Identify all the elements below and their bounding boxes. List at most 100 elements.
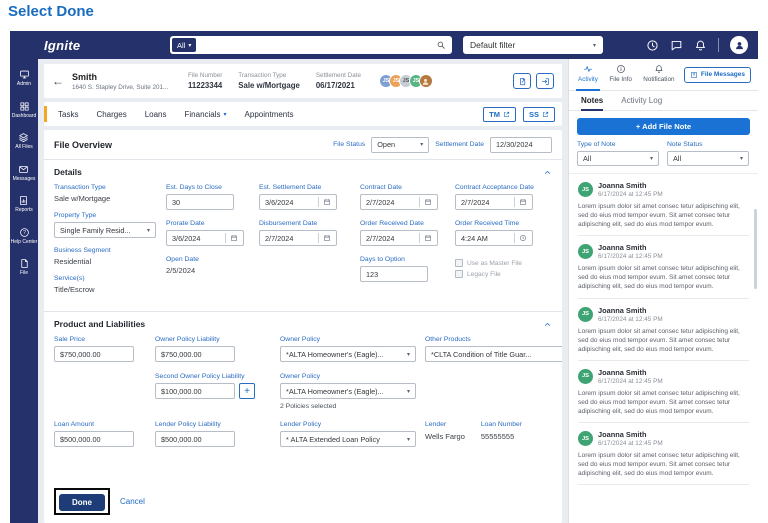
tm-button[interactable]: TM <box>483 106 516 122</box>
type-of-note-select[interactable]: All ▾ <box>577 151 659 166</box>
sidebar-item-messages[interactable]: Messages <box>13 164 35 183</box>
select-value: All <box>673 154 682 163</box>
cancel-link[interactable]: Cancel <box>120 497 145 506</box>
note-avatar: JS <box>578 244 593 260</box>
note-avatar: JS <box>578 431 593 447</box>
default-filter-dropdown[interactable]: Default filter ▾ <box>463 36 603 54</box>
sidebar-item-admin[interactable]: Admin <box>17 69 31 88</box>
ss-button[interactable]: SS <box>522 106 555 122</box>
tab-file-info[interactable]: File Info <box>607 59 633 91</box>
search-icon[interactable] <box>436 40 446 50</box>
filter-label: Note Status <box>667 141 703 148</box>
lender-info-block: Lender Wells Fargo Loan Number 55555555 <box>425 421 562 447</box>
order-received-time-input[interactable]: 4:24 AM <box>455 230 533 246</box>
calendar-icon[interactable] <box>318 197 331 207</box>
contract-acceptance-date-input[interactable]: 2/7/2024 <box>455 194 533 210</box>
subtab-notes[interactable]: Notes <box>581 91 604 111</box>
input-value: $500,000.00 <box>161 434 202 444</box>
tab-appointments[interactable]: Appointments <box>245 110 294 119</box>
clock-icon[interactable] <box>646 39 659 52</box>
calendar-icon[interactable] <box>318 233 331 243</box>
lender-policy-liability-input[interactable]: $500,000.00 <box>155 431 235 447</box>
calendar-icon[interactable] <box>419 233 432 243</box>
file-edit-button[interactable] <box>513 73 531 89</box>
field-label: Est. Settlement Date <box>259 184 322 191</box>
settlement-date-input[interactable]: 12/30/2024 <box>490 136 552 153</box>
svg-text:?: ? <box>23 230 26 236</box>
tab-activity[interactable]: Activity <box>576 59 600 91</box>
use-as-master-file-checkbox[interactable] <box>455 259 463 267</box>
note-body: Lorem ipsum dolor sit amet consec tetur … <box>578 389 740 416</box>
user-avatar[interactable] <box>730 36 748 54</box>
select-value: *CLTA Condition of Title Guar... <box>431 349 532 359</box>
calendar-icon[interactable] <box>225 233 238 243</box>
field-label: Lender Policy <box>280 421 322 428</box>
input-value: 2/7/2024 <box>366 233 395 243</box>
search-input[interactable] <box>196 39 436 51</box>
collapse-chevron-up-icon[interactable] <box>543 320 552 329</box>
days-to-option-input[interactable]: 123 <box>360 266 428 282</box>
prorate-date-input[interactable]: 3/6/2024 <box>166 230 244 246</box>
layers-icon <box>18 132 29 143</box>
section-title: Details <box>54 167 82 177</box>
collapse-chevron-up-icon[interactable] <box>543 168 552 177</box>
disbursement-date-input[interactable]: 2/7/2024 <box>259 230 337 246</box>
back-arrow-icon[interactable]: ← <box>52 75 64 87</box>
contract-date-input[interactable]: 2/7/2024 <box>360 194 438 210</box>
add-file-note-button[interactable]: + Add File Note <box>577 118 750 135</box>
field-est-settlement-date: Est. Settlement Date 3/6/2024 <box>259 184 351 210</box>
owner-policy-liability-input[interactable]: $750,000.00 <box>155 346 235 362</box>
input-value: 2/7/2024 <box>265 233 294 243</box>
subtab-activity-log[interactable]: Activity Log <box>621 91 662 111</box>
est-settlement-date-input[interactable]: 3/6/2024 <box>259 194 337 210</box>
legacy-file-checkbox[interactable] <box>455 270 463 278</box>
sidebar-item-file[interactable]: File <box>19 258 30 277</box>
note-author: Joanna Smith <box>598 181 647 190</box>
file-tab-bar: Tasks Charges Loans Financials ▾ Appoint… <box>44 102 562 126</box>
activity-panel-tabs: Activity File Info Notification File Mes… <box>569 59 758 91</box>
sidebar-item-reports[interactable]: Reports <box>15 195 33 214</box>
sidebar-item-all-files[interactable]: All Files <box>15 132 33 151</box>
sale-price-input[interactable]: $750,000.00 <box>54 346 134 362</box>
file-export-button[interactable] <box>536 73 554 89</box>
calendar-icon[interactable] <box>419 197 432 207</box>
notifications-bell-icon[interactable] <box>694 39 707 52</box>
file-messages-button[interactable]: File Messages <box>683 66 751 83</box>
clock-icon[interactable] <box>514 233 527 243</box>
tab-financials[interactable]: Financials ▾ <box>185 110 227 119</box>
note-avatar: JS <box>578 368 593 384</box>
tab-tasks[interactable]: Tasks <box>58 110 78 119</box>
order-received-date-input[interactable]: 2/7/2024 <box>360 230 438 246</box>
lender-policy-select[interactable]: * ALTA Extended Loan Policy ▾ <box>280 431 416 447</box>
tab-charges[interactable]: Charges <box>96 110 126 119</box>
avatar-photo[interactable] <box>418 74 433 88</box>
other-products-select[interactable]: *CLTA Condition of Title Guar... ▾ <box>425 346 562 362</box>
info-icon <box>616 65 625 73</box>
second-owner-policy-liability-input[interactable]: $100,000.00 <box>155 383 235 399</box>
add-liability-button[interactable]: + <box>239 383 255 399</box>
field-label: Open Date <box>166 256 199 263</box>
owner-policy-select[interactable]: *ALTA Homeowner's (Eagle)... ▾ <box>280 346 416 362</box>
tab-loans[interactable]: Loans <box>145 110 167 119</box>
owner-policy-2-select[interactable]: *ALTA Homeowner's (Eagle)... ▾ <box>280 383 416 399</box>
est-days-input[interactable]: 30 <box>166 194 234 210</box>
property-type-select[interactable]: Single Family Resid... ▾ <box>54 222 156 238</box>
annotation-highlight-box: Done <box>54 488 110 515</box>
sidebar-item-help-center[interactable]: ? Help Center <box>11 227 37 246</box>
sidebar-item-dashboard[interactable]: Dashboard <box>12 101 36 120</box>
input-value: $750,000.00 <box>60 349 101 359</box>
notes-scrollbar[interactable] <box>754 209 757 289</box>
note-status-select[interactable]: All ▾ <box>667 151 749 166</box>
search-scope-dropdown[interactable]: All ▾ <box>172 38 197 52</box>
subtab-label: Notes <box>581 95 604 105</box>
loan-amount-input[interactable]: $500,000.00 <box>54 431 134 447</box>
file-status-select[interactable]: Open ▾ <box>371 136 430 153</box>
messages-icon[interactable] <box>670 39 683 52</box>
done-button[interactable]: Done <box>59 494 105 511</box>
tab-notification[interactable]: Notification <box>641 59 676 91</box>
calendar-icon[interactable] <box>514 197 527 207</box>
tab-label: Charges <box>96 109 127 119</box>
